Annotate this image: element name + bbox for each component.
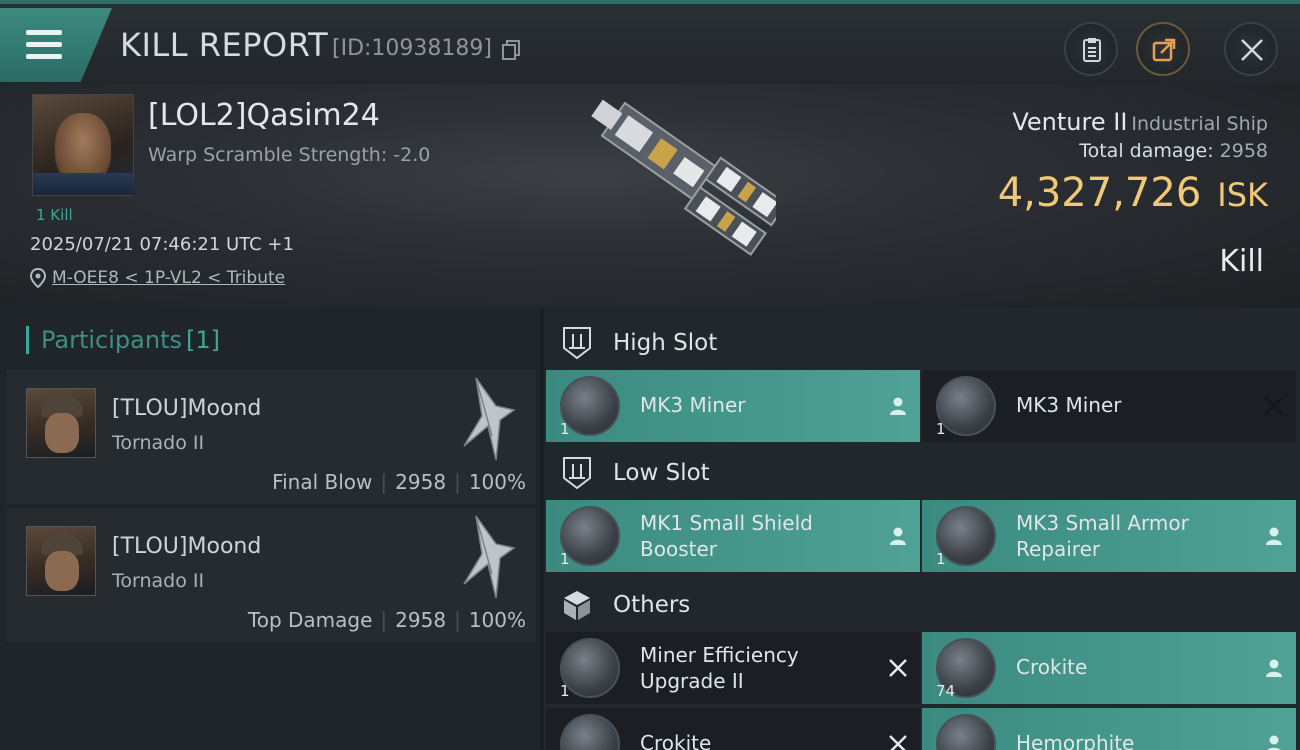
copy-icon[interactable] — [502, 40, 520, 60]
isk-value: 4,327,726 ISK — [998, 170, 1268, 216]
participant-ship: Tornado II — [112, 570, 205, 592]
module-item[interactable]: Hemorphite — [922, 708, 1296, 750]
share-icon — [1152, 38, 1176, 62]
dropped-person-icon — [1267, 735, 1281, 750]
destroyed-x-icon — [1265, 397, 1283, 415]
ore-icon — [936, 714, 996, 750]
item-name: MK3 Miner — [1016, 393, 1122, 417]
location-pin-icon — [30, 268, 46, 288]
menu-tab[interactable] — [0, 8, 112, 82]
item-quantity: 74 — [936, 682, 956, 700]
kill-datetime: 2025/07/21 07:46:21 UTC +1 — [30, 234, 294, 255]
item-name-line1: Miner Efficiency — [640, 643, 799, 667]
ship-type: Venture II — [1012, 108, 1128, 136]
ship-name[interactable]: Venture II Industrial Ship — [1012, 108, 1268, 136]
isk-unit: ISK — [1217, 176, 1268, 214]
dropped-person-icon — [1266, 659, 1282, 677]
module-item[interactable]: 1 Miner Efficiency Upgrade II — [546, 632, 920, 704]
others-label: Others — [613, 592, 691, 618]
ship-icon[interactable] — [456, 514, 518, 600]
participant-name[interactable]: [TLOU]Moond — [112, 396, 261, 421]
total-damage-value: 2958 — [1219, 140, 1268, 162]
destroyed-x-icon — [889, 735, 907, 750]
item-name-line1: MK1 Small Shield — [640, 511, 813, 535]
total-damage: Total damage: 2958 — [1079, 140, 1268, 162]
ship-image — [591, 99, 776, 256]
item-name-line2: Repairer — [1016, 537, 1101, 561]
item-quantity: 1 — [936, 550, 946, 568]
ore-icon — [560, 714, 620, 750]
item-quantity: 1 — [560, 420, 570, 438]
dropped-person-icon — [890, 527, 906, 545]
victim-kill-count: 1 Kill — [36, 206, 73, 224]
item-name: MK3 Miner — [640, 393, 746, 417]
item-name: Hemorphite — [1016, 731, 1135, 750]
item-name: Miner Efficiency Upgrade II — [640, 642, 799, 694]
top-bar: KILL REPORT [ID:10938189] — [0, 0, 1300, 84]
low-slot-label: Low Slot — [613, 460, 710, 486]
item-quantity: 1 — [560, 550, 570, 568]
victim-name[interactable]: [LOL2]Qasim24 — [148, 98, 380, 133]
module-item[interactable]: Crokite — [546, 708, 920, 750]
item-name: Crokite — [640, 731, 712, 750]
total-damage-label: Total damage: — [1079, 140, 1214, 162]
participant-ship: Tornado II — [112, 432, 205, 454]
participant-damage: 2958 — [395, 608, 447, 632]
participant-percent: 100% — [468, 608, 526, 632]
kill-outcome: Kill — [1219, 244, 1264, 279]
ship-class: Industrial Ship — [1131, 113, 1268, 135]
page-title: KILL REPORT — [120, 26, 329, 64]
high-slot-label: High Slot — [613, 330, 718, 356]
module-item[interactable]: 1 MK3 Miner — [922, 370, 1296, 442]
item-quantity: 1 — [936, 420, 946, 438]
close-button[interactable] — [1224, 22, 1278, 76]
fitting-panel: High Slot 1 MK3 Miner 1 MK3 Miner Low Sl… — [544, 308, 1300, 750]
report-id: [ID:10938189] — [332, 36, 492, 61]
item-name: MK3 Small Armor Repairer — [1016, 510, 1189, 562]
close-icon — [1241, 39, 1263, 61]
module-item[interactable]: 74 Crokite — [922, 632, 1296, 704]
participant-avatar[interactable] — [26, 526, 96, 596]
item-name: MK1 Small Shield Booster — [640, 510, 813, 562]
participant-stats: Top Damage | 2958 | 100% — [247, 608, 526, 632]
participant-row[interactable]: [TLOU]Moond Tornado II Final Blow | 2958 | 1… — [6, 370, 536, 504]
dropped-person-icon — [890, 397, 906, 415]
low-slot-icon — [563, 457, 591, 490]
warp-scramble-strength: Warp Scramble Strength: -2.0 — [148, 144, 431, 166]
hamburger-menu-icon[interactable] — [26, 30, 62, 60]
participant-damage: 2958 — [395, 470, 447, 494]
cube-icon — [564, 591, 590, 620]
participants-header: Participants [1] — [26, 326, 220, 354]
module-item[interactable]: 1 MK3 Miner — [546, 370, 920, 442]
participant-percent: 100% — [468, 470, 526, 494]
module-item[interactable]: 1 MK1 Small Shield Booster — [546, 500, 920, 572]
participant-name[interactable]: [TLOU]Moond — [112, 534, 261, 559]
kill-location[interactable]: M-OEE8 < 1P-VL2 < Tribute — [30, 268, 285, 288]
item-name-line2: Upgrade II — [640, 669, 744, 693]
participants-panel: Participants [1] [TLOU]Moond Tornado II F… — [0, 308, 540, 750]
high-slot-icon — [563, 327, 591, 360]
item-quantity: 1 — [560, 682, 570, 700]
participant-role: Top Damage — [247, 608, 373, 632]
clipboard-icon — [1083, 38, 1101, 62]
victim-avatar[interactable] — [32, 94, 135, 196]
share-button[interactable] — [1136, 22, 1190, 76]
participant-row[interactable]: [TLOU]Moond Tornado II Top Damage | 2958 | 1… — [6, 508, 536, 642]
participant-role: Final Blow — [272, 470, 373, 494]
participant-stats: Final Blow | 2958 | 100% — [272, 470, 526, 494]
victim-panel: [LOL2]Qasim24 Warp Scramble Strength: -2… — [0, 84, 1300, 308]
dropped-person-icon — [1266, 527, 1282, 545]
ship-icon[interactable] — [456, 376, 518, 462]
participants-label: Participants — [41, 326, 182, 354]
participants-count: [1] — [185, 326, 220, 354]
destroyed-x-icon — [889, 659, 907, 677]
clipboard-button[interactable] — [1064, 22, 1118, 76]
participant-avatar[interactable] — [26, 388, 96, 458]
item-name: Crokite — [1016, 655, 1088, 679]
location-link[interactable]: M-OEE8 < 1P-VL2 < Tribute — [52, 268, 285, 288]
isk-amount: 4,327,726 — [997, 170, 1202, 216]
item-name-line1: MK3 Small Armor — [1016, 511, 1189, 535]
module-item[interactable]: 1 MK3 Small Armor Repairer — [922, 500, 1296, 572]
item-name-line2: Booster — [640, 537, 717, 561]
